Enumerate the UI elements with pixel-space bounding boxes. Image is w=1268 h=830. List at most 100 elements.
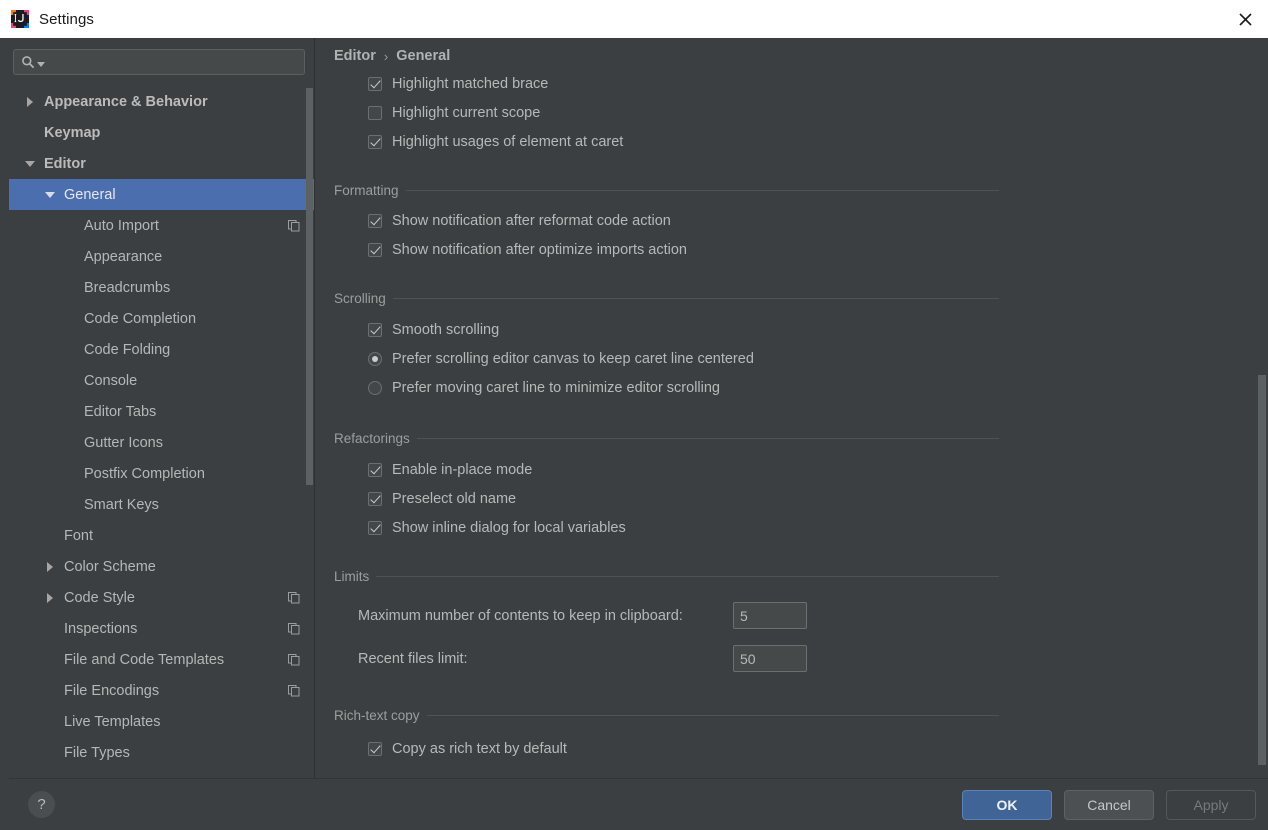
section-header-formatting: Formatting bbox=[334, 183, 999, 198]
sidebar-item-label: General bbox=[64, 186, 116, 203]
checkbox-box[interactable] bbox=[368, 135, 382, 149]
sidebar-item-inspections[interactable]: Inspections bbox=[9, 613, 314, 644]
checkbox-box[interactable] bbox=[368, 77, 382, 91]
sidebar-item-appearance[interactable]: Appearance bbox=[9, 241, 314, 272]
sidebar-item-label: Editor bbox=[44, 155, 86, 172]
chevron-right-icon[interactable] bbox=[22, 96, 37, 107]
sidebar-item-smart-keys[interactable]: Smart Keys bbox=[9, 489, 314, 520]
sidebar-item-font[interactable]: Font bbox=[9, 520, 314, 551]
sidebar-item-appearance-behavior[interactable]: Appearance & Behavior bbox=[9, 86, 314, 117]
detail-scrollbar[interactable] bbox=[1256, 38, 1268, 778]
apply-button: Apply bbox=[1166, 790, 1256, 820]
field-label: Maximum number of contents to keep in cl… bbox=[358, 607, 683, 624]
sidebar-item-color-scheme[interactable]: Color Scheme bbox=[9, 551, 314, 582]
checkbox-box[interactable] bbox=[368, 742, 382, 756]
sidebar-item-label: Smart Keys bbox=[84, 496, 159, 513]
checkbox-highlight-usages-of-element-at-caret[interactable]: Highlight usages of element at caret bbox=[368, 134, 623, 150]
settings-sidebar: Appearance & Behavior Keymap Editor General… bbox=[9, 38, 314, 778]
section-header-refactorings: Refactorings bbox=[334, 431, 999, 446]
checkbox-label: Enable in-place mode bbox=[392, 462, 533, 478]
search-icon bbox=[21, 55, 35, 69]
checkbox-preselect-old-name[interactable]: Preselect old name bbox=[368, 491, 516, 507]
checkbox-smooth-scrolling[interactable]: Smooth scrolling bbox=[368, 322, 499, 338]
copy-settings-icon[interactable] bbox=[288, 622, 300, 635]
sidebar-item-console[interactable]: Console bbox=[9, 365, 314, 396]
chevron-down-icon[interactable] bbox=[42, 191, 57, 198]
copy-settings-icon[interactable] bbox=[288, 684, 300, 697]
chevron-right-icon[interactable] bbox=[42, 592, 57, 603]
sidebar-scrollbar[interactable] bbox=[305, 38, 314, 778]
sidebar-item-label: Appearance & Behavior bbox=[44, 93, 208, 110]
checkbox-copy-as-rich-text-by-default[interactable]: Copy as rich text by default bbox=[368, 741, 567, 757]
sidebar-item-file-types[interactable]: File Types bbox=[9, 737, 314, 768]
search-input[interactable] bbox=[13, 49, 305, 75]
close-icon[interactable] bbox=[1223, 0, 1268, 38]
detail-scrollbar-thumb[interactable] bbox=[1258, 375, 1266, 765]
checkbox-highlight-current-scope[interactable]: Highlight current scope bbox=[368, 105, 540, 121]
cancel-button[interactable]: Cancel bbox=[1064, 790, 1154, 820]
checkbox-box[interactable] bbox=[368, 323, 382, 337]
section-header-scrolling: Scrolling bbox=[334, 291, 999, 306]
checkbox-show-inline-dialog-for-local-variables[interactable]: Show inline dialog for local variables bbox=[368, 520, 626, 536]
checkbox-label: Preselect old name bbox=[392, 491, 517, 507]
checkbox-show-notification-after-reformat-code-action[interactable]: Show notification after reformat code ac… bbox=[368, 213, 671, 229]
sidebar-item-general[interactable]: General bbox=[9, 179, 314, 210]
input-recent-files-limit[interactable] bbox=[733, 645, 807, 672]
sidebar-item-label: File Types bbox=[64, 744, 130, 761]
sidebar-item-code-completion[interactable]: Code Completion bbox=[9, 303, 314, 334]
checkbox-label: Highlight current scope bbox=[392, 105, 541, 121]
sidebar-item-label: Color Scheme bbox=[64, 558, 156, 575]
copy-settings-icon[interactable] bbox=[288, 591, 300, 604]
radio-button[interactable] bbox=[368, 352, 382, 366]
sidebar-item-breadcrumbs[interactable]: Breadcrumbs bbox=[9, 272, 314, 303]
radio-prefer-scrolling-editor-canvas-to-keep-caret-line-centered[interactable]: Prefer scrolling editor canvas to keep c… bbox=[368, 351, 754, 367]
sidebar-item-label: Font bbox=[64, 527, 94, 544]
checkbox-box[interactable] bbox=[368, 243, 382, 257]
checkbox-box[interactable] bbox=[368, 214, 382, 228]
checkbox-box[interactable] bbox=[368, 106, 382, 120]
section-title: Refactorings bbox=[334, 431, 410, 446]
sidebar-item-keymap[interactable]: Keymap bbox=[9, 117, 314, 148]
checkbox-box[interactable] bbox=[368, 463, 382, 477]
chevron-down-icon[interactable] bbox=[22, 160, 37, 167]
sidebar-item-label: Code Completion bbox=[84, 310, 197, 327]
chevron-right-icon[interactable] bbox=[42, 561, 57, 572]
sidebar-item-label: Editor Tabs bbox=[84, 403, 157, 420]
intellij-idea-logo-icon bbox=[10, 9, 30, 29]
copy-settings-icon[interactable] bbox=[288, 219, 300, 232]
sidebar-scrollbar-thumb[interactable] bbox=[306, 88, 313, 485]
checkbox-label: Highlight matched brace bbox=[392, 76, 549, 92]
breadcrumb-parent[interactable]: Editor bbox=[334, 48, 376, 64]
checkbox-box[interactable] bbox=[368, 492, 382, 506]
settings-window: Settings Appearance & Behavior Keymap Ed… bbox=[0, 0, 1268, 830]
sidebar-item-gutter-icons[interactable]: Gutter Icons bbox=[9, 427, 314, 458]
section-rule bbox=[426, 715, 999, 716]
sidebar-item-postfix-completion[interactable]: Postfix Completion bbox=[9, 458, 314, 489]
sidebar-item-code-folding[interactable]: Code Folding bbox=[9, 334, 314, 365]
sidebar-item-live-templates[interactable]: Live Templates bbox=[9, 706, 314, 737]
radio-button[interactable] bbox=[368, 381, 382, 395]
input-maximum-number-of-contents-to-keep-in-clipboard[interactable] bbox=[733, 602, 807, 629]
sidebar-item-label: Breadcrumbs bbox=[84, 279, 171, 296]
section-title: Formatting bbox=[334, 183, 399, 198]
help-button[interactable]: ? bbox=[28, 791, 55, 818]
copy-settings-icon[interactable] bbox=[288, 653, 300, 666]
chevron-down-icon[interactable] bbox=[37, 61, 45, 67]
section-header-rich-text-copy: Rich-text copy bbox=[334, 708, 999, 723]
sidebar-item-editor-tabs[interactable]: Editor Tabs bbox=[9, 396, 314, 427]
sidebar-item-editor[interactable]: Editor bbox=[9, 148, 314, 179]
field-maximum-number-of-contents-to-keep-in-clipboard: Maximum number of contents to keep in cl… bbox=[358, 602, 807, 629]
checkbox-show-notification-after-optimize-imports-action[interactable]: Show notification after optimize imports… bbox=[368, 242, 687, 258]
radio-label: Prefer moving caret line to minimize edi… bbox=[392, 380, 720, 396]
sidebar-item-file-and-code-templates[interactable]: File and Code Templates bbox=[9, 644, 314, 675]
checkbox-highlight-matched-brace[interactable]: Highlight matched brace bbox=[368, 76, 548, 92]
sidebar-item-auto-import[interactable]: Auto Import bbox=[9, 210, 314, 241]
field-label: Recent files limit: bbox=[358, 650, 468, 667]
sidebar-item-file-encodings[interactable]: File Encodings bbox=[9, 675, 314, 706]
breadcrumb-separator-icon: › bbox=[383, 48, 389, 64]
checkbox-enable-in-place-mode[interactable]: Enable in-place mode bbox=[368, 462, 532, 478]
sidebar-item-code-style[interactable]: Code Style bbox=[9, 582, 314, 613]
radio-prefer-moving-caret-line-to-minimize-editor-scrolling[interactable]: Prefer moving caret line to minimize edi… bbox=[368, 380, 720, 396]
ok-button[interactable]: OK bbox=[962, 790, 1052, 820]
checkbox-box[interactable] bbox=[368, 521, 382, 535]
